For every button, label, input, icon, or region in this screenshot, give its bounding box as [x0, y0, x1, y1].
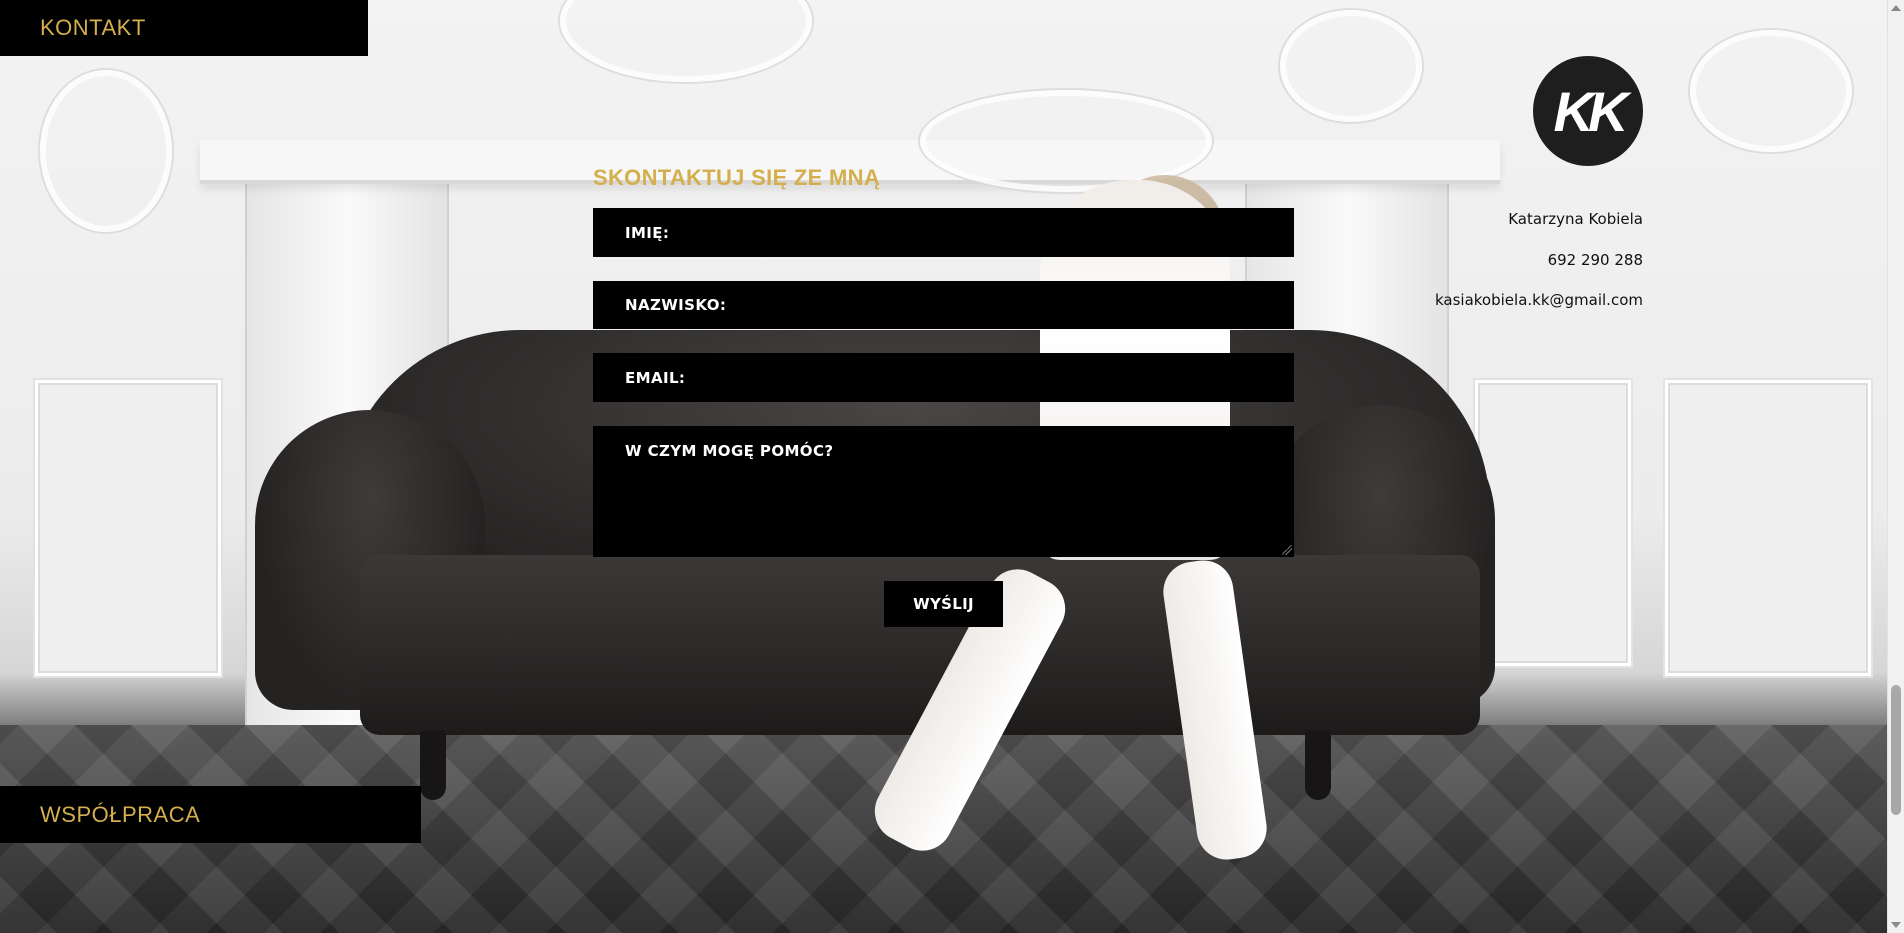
- vertical-scrollbar[interactable]: [1887, 0, 1904, 933]
- background-ornament: [40, 70, 172, 232]
- scrollbar-thumb[interactable]: [1891, 685, 1901, 815]
- message-placeholder: W CZYM MOGĘ POMÓC?: [625, 442, 834, 460]
- background-sofa-leg: [420, 730, 446, 800]
- background-ornament: [1280, 10, 1422, 122]
- contact-name: Katarzyna Kobiela: [1508, 210, 1643, 228]
- scroll-up-arrow-icon[interactable]: [1891, 5, 1901, 11]
- section-heading-kontakt: KONTAKT: [0, 0, 368, 56]
- contact-phone[interactable]: 692 290 288: [1548, 251, 1643, 269]
- last-name-field[interactable]: NAZWISKO:: [593, 281, 1294, 329]
- form-title: SKONTAKTUJ SIĘ ZE MNĄ: [593, 165, 881, 190]
- background-sofa-leg: [1305, 730, 1331, 800]
- contact-section: KONTAKT WSPÓŁPRACA SKONTAKTUJ SIĘ ZE MNĄ…: [0, 0, 1904, 933]
- email-placeholder: EMAIL:: [625, 368, 686, 387]
- first-name-field[interactable]: IMIĘ:: [593, 208, 1294, 257]
- resize-handle-icon[interactable]: [1282, 545, 1292, 555]
- contact-email[interactable]: kasiakobiela.kk@gmail.com: [1435, 291, 1643, 309]
- last-name-placeholder: NAZWISKO:: [625, 296, 727, 314]
- background-wall-panel: [35, 380, 221, 676]
- background-ornament: [560, 0, 812, 82]
- first-name-placeholder: IMIĘ:: [625, 223, 670, 242]
- email-field[interactable]: EMAIL:: [593, 353, 1294, 402]
- background-ornament: [1690, 30, 1852, 152]
- background-wall-panel: [1665, 380, 1871, 676]
- kk-monogram-logo: KK: [1533, 56, 1643, 166]
- section-heading-wspolpraca[interactable]: WSPÓŁPRACA: [0, 786, 421, 843]
- message-textarea[interactable]: W CZYM MOGĘ POMÓC?: [593, 426, 1294, 557]
- scroll-down-arrow-icon[interactable]: [1891, 922, 1901, 928]
- background-wall-panel: [1475, 380, 1631, 666]
- submit-button[interactable]: WYŚLIJ: [884, 581, 1003, 627]
